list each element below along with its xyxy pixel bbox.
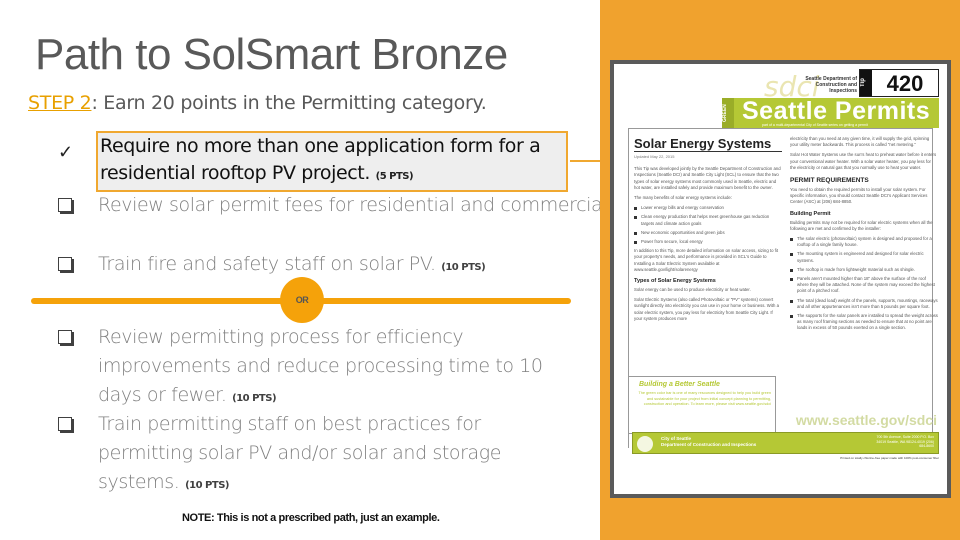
checklist-item-text: Require no more than one application for… bbox=[96, 131, 568, 192]
points-label: (10 PTS) bbox=[185, 480, 229, 491]
document-left-column: Solar Energy Systems Updated May 22, 201… bbox=[634, 136, 782, 326]
checklist-item-one-application-form: ✓ Require no more than one application f… bbox=[58, 131, 568, 192]
tip-label: Tip bbox=[860, 70, 872, 96]
step-heading: STEP 2: Earn 20 points in the Permitting… bbox=[28, 92, 487, 114]
points-label: (10 PTS) bbox=[441, 262, 486, 273]
checklist-item-text: Review permitting process for efficiency… bbox=[98, 326, 543, 406]
checkbox-icon bbox=[58, 198, 74, 214]
better-seattle-title: Building a Better Seattle bbox=[639, 381, 720, 388]
doc-section-heading: PERMIT REQUIREMENTS bbox=[790, 177, 869, 185]
green-tag: GREEN bbox=[722, 98, 734, 128]
doc-list-item: The rooftop is made from lightweight mat… bbox=[790, 267, 938, 273]
checkbox-icon bbox=[58, 417, 74, 433]
document-banner: GREEN Seattle Permits part of a multi-de… bbox=[722, 97, 939, 128]
banner-subtitle: part of a multi-departmental City of Sea… bbox=[762, 123, 868, 127]
document-thumbnail: sdci Seattle Department of Construction … bbox=[610, 60, 951, 498]
step-label: STEP 2 bbox=[28, 92, 92, 114]
better-seattle-text: The green color bar is one of many resou… bbox=[638, 391, 771, 406]
checkmark-icon: ✓ bbox=[58, 142, 73, 163]
doc-paragraph: Solar Electric Systems (also called Phot… bbox=[634, 297, 779, 321]
points-label: (5 PTS) bbox=[375, 171, 414, 182]
doc-list-item: New economic opportunities and green job… bbox=[634, 230, 782, 236]
document-page: sdci Seattle Department of Construction … bbox=[614, 64, 947, 494]
document-right-column: electricity than you need at any given t… bbox=[790, 136, 938, 335]
document-updated: Updated May 22, 2015 bbox=[634, 154, 675, 159]
slide-title: Path to SolSmart Bronze bbox=[35, 30, 508, 79]
document-url: www.seattle.gov/sdci bbox=[795, 412, 937, 428]
doc-paragraph: Building permits may not be required for… bbox=[790, 219, 933, 231]
or-badge: OR bbox=[280, 277, 324, 323]
city-seal-icon bbox=[637, 436, 653, 452]
doc-list-item: Panels aren't mounted higher than 18" ab… bbox=[790, 276, 938, 295]
doc-paragraph: You need to obtain the required permits … bbox=[790, 187, 928, 205]
tip-number: 420 bbox=[886, 71, 924, 96]
checklist-item-text: Train permitting staff on best practices… bbox=[98, 413, 502, 493]
doc-paragraph: In addition to this Tip, more detailed i… bbox=[634, 248, 779, 272]
step-text: : Earn 20 points in the Permitting categ… bbox=[91, 92, 487, 114]
banner-title: Seattle Permits bbox=[742, 97, 931, 125]
doc-list-item: The mounting system is engineered and de… bbox=[790, 251, 938, 263]
doc-subheading: Building Permit bbox=[790, 210, 831, 217]
doc-list-item: The solar electric (photovoltaic) system… bbox=[790, 236, 938, 248]
tip-number-box: Tip 420 bbox=[859, 69, 939, 97]
checkbox-icon bbox=[58, 257, 74, 273]
footer-city: City of Seattle Department of Constructi… bbox=[661, 436, 756, 448]
building-better-seattle-box: Building a Better Seattle The green colo… bbox=[628, 376, 776, 434]
doc-list-item: The supports for the solar panels are in… bbox=[790, 313, 938, 332]
doc-paragraph: electricity than you need at any given t… bbox=[790, 136, 930, 148]
doc-paragraph: The many benefits of solar energy system… bbox=[634, 195, 732, 201]
doc-paragraph: Solar energy can be used to produce elec… bbox=[634, 287, 751, 293]
footer-dept-name: Department of Construction and Inspectio… bbox=[661, 442, 757, 447]
footer-address: 700 5th Avenue, Suite 2000 P.O. Box 3401… bbox=[876, 435, 934, 448]
checklist-item-efficiency: Review permitting process for efficiency… bbox=[58, 323, 578, 413]
fine-print: Printed on totally chlorine-free paper m… bbox=[840, 456, 939, 460]
doc-paragraph: This Tip was developed jointly by the Se… bbox=[634, 166, 781, 190]
document-footer: City of Seattle Department of Constructi… bbox=[632, 432, 939, 454]
points-label: (10 PTS) bbox=[232, 393, 277, 404]
doc-list-item: The total (dead load) weight of the pane… bbox=[790, 298, 938, 310]
checklist-item-text: Train fire and safety staff on solar PV.… bbox=[98, 253, 486, 275]
checkbox-icon bbox=[58, 330, 74, 346]
checklist-item-train-permitting-staff: Train permitting staff on best practices… bbox=[58, 410, 558, 500]
footnote: NOTE: This is not a prescribed path, jus… bbox=[182, 512, 440, 524]
document-heading: Solar Energy Systems bbox=[634, 136, 782, 152]
doc-list-item: Power from secure, local energy bbox=[634, 239, 782, 245]
document-department: Seattle Department of Construction and I… bbox=[805, 76, 857, 94]
checklist-item-train-fire-staff: Train fire and safety staff on solar PV.… bbox=[58, 250, 486, 282]
doc-subheading: Types of Solar Energy Systems bbox=[634, 278, 716, 285]
doc-list-item: Clean energy production that helps meet … bbox=[634, 214, 782, 226]
doc-paragraph: Solar Hot Water Systems use the sun's he… bbox=[790, 152, 937, 170]
doc-list-item: Lower energy bills and energy conservati… bbox=[634, 205, 782, 211]
